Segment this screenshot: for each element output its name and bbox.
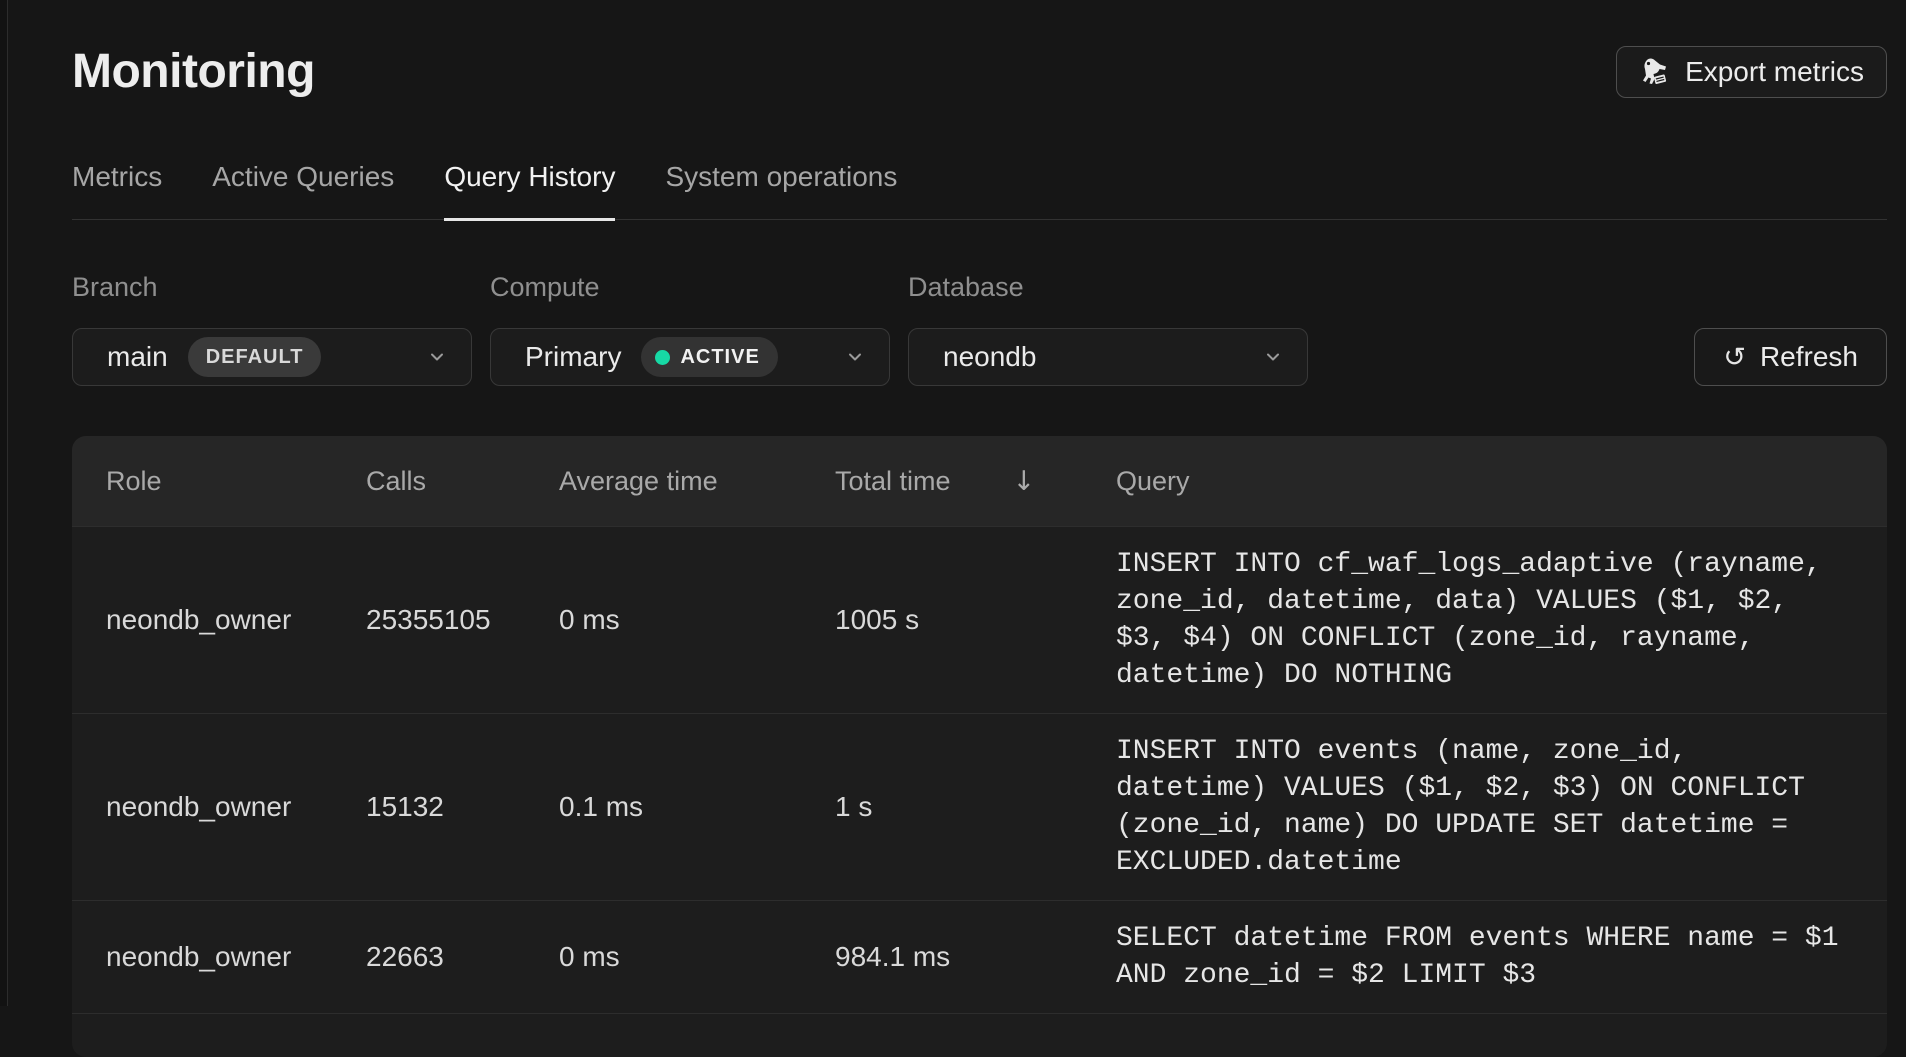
row-total-time: 1 s xyxy=(835,791,1116,823)
row-role: neondb_owner xyxy=(106,604,366,636)
chevron-down-icon xyxy=(845,347,865,367)
row-total-time: 984.1 ms xyxy=(835,941,1116,973)
row-total-time: 1005 s xyxy=(835,604,1116,636)
database-value: neondb xyxy=(943,341,1036,373)
row-calls: 15132 xyxy=(366,791,559,823)
tab-metrics[interactable]: Metrics xyxy=(72,160,162,219)
tab-query-history[interactable]: Query History xyxy=(444,160,615,221)
active-badge: ACTIVE xyxy=(641,337,777,377)
database-filter: Database neondb xyxy=(908,272,1308,386)
row-calls: 25355105 xyxy=(366,604,559,636)
row-query-sql: SELECT datetime FROM events WHERE name =… xyxy=(1116,901,1848,1013)
active-badge-label: ACTIVE xyxy=(680,346,759,369)
total-time-label: Total time xyxy=(835,466,951,497)
datadog-dog-icon xyxy=(1639,56,1671,88)
refresh-icon: ↺ xyxy=(1723,344,1746,371)
branch-filter: Branch main DEFAULT xyxy=(72,272,472,386)
branch-value: main xyxy=(107,341,168,373)
compute-select[interactable]: Primary ACTIVE xyxy=(490,328,890,386)
table-row[interactable]: neondb_owner 22663 0 ms 984.1 ms SELECT … xyxy=(72,900,1887,1013)
page-header: Monitoring Export metrics xyxy=(72,44,1887,100)
refresh-button[interactable]: ↺ Refresh xyxy=(1694,328,1887,386)
compute-label: Compute xyxy=(490,272,890,303)
database-label: Database xyxy=(908,272,1308,303)
column-header-total-time[interactable]: Total time ↓ xyxy=(835,466,1116,497)
row-role: neondb_owner xyxy=(106,941,366,973)
chevron-down-icon xyxy=(427,347,447,367)
column-header-calls[interactable]: Calls xyxy=(366,466,559,497)
compute-filter: Compute Primary ACTIVE xyxy=(490,272,890,386)
table-row-partial xyxy=(72,1013,1887,1057)
compute-value: Primary xyxy=(525,341,621,373)
branch-label: Branch xyxy=(72,272,472,303)
table-row[interactable]: neondb_owner 15132 0.1 ms 1 s INSERT INT… xyxy=(72,713,1887,900)
panel-left-edge xyxy=(0,0,8,1006)
row-query-sql: INSERT INTO events (name, zone_id, datet… xyxy=(1116,714,1848,900)
row-average-time: 0.1 ms xyxy=(559,791,835,823)
filters-row: Branch main DEFAULT Compute Primary ACTI… xyxy=(72,272,1887,386)
database-select[interactable]: neondb xyxy=(908,328,1308,386)
row-average-time: 0 ms xyxy=(559,941,835,973)
arrow-down-icon[interactable]: ↓ xyxy=(1013,466,1036,497)
active-status-dot xyxy=(655,350,670,365)
chevron-down-icon xyxy=(1263,347,1283,367)
tab-active-queries[interactable]: Active Queries xyxy=(212,160,394,219)
tab-system-operations[interactable]: System operations xyxy=(665,160,897,219)
branch-select[interactable]: main DEFAULT xyxy=(72,328,472,386)
row-calls: 22663 xyxy=(366,941,559,973)
table-header: Role Calls Average time Total time ↓ Que… xyxy=(72,436,1887,526)
export-metrics-label: Export metrics xyxy=(1685,56,1864,88)
row-query-sql: INSERT INTO cf_waf_logs_adaptive (raynam… xyxy=(1116,527,1848,713)
default-badge: DEFAULT xyxy=(188,337,322,377)
table-row[interactable]: neondb_owner 25355105 0 ms 1005 s INSERT… xyxy=(72,526,1887,713)
monitoring-tabbar: Metrics Active Queries Query History Sys… xyxy=(72,160,1887,220)
monitoring-page: Monitoring Export metrics Met xyxy=(0,0,1906,1057)
query-history-table: Role Calls Average time Total time ↓ Que… xyxy=(72,436,1887,1057)
column-header-average-time[interactable]: Average time xyxy=(559,466,835,497)
column-header-query[interactable]: Query xyxy=(1116,466,1887,497)
row-role: neondb_owner xyxy=(106,791,366,823)
row-average-time: 0 ms xyxy=(559,604,835,636)
export-metrics-button[interactable]: Export metrics xyxy=(1616,46,1887,98)
column-header-role[interactable]: Role xyxy=(106,466,366,497)
refresh-label: Refresh xyxy=(1760,341,1858,373)
page-title: Monitoring xyxy=(72,44,315,100)
